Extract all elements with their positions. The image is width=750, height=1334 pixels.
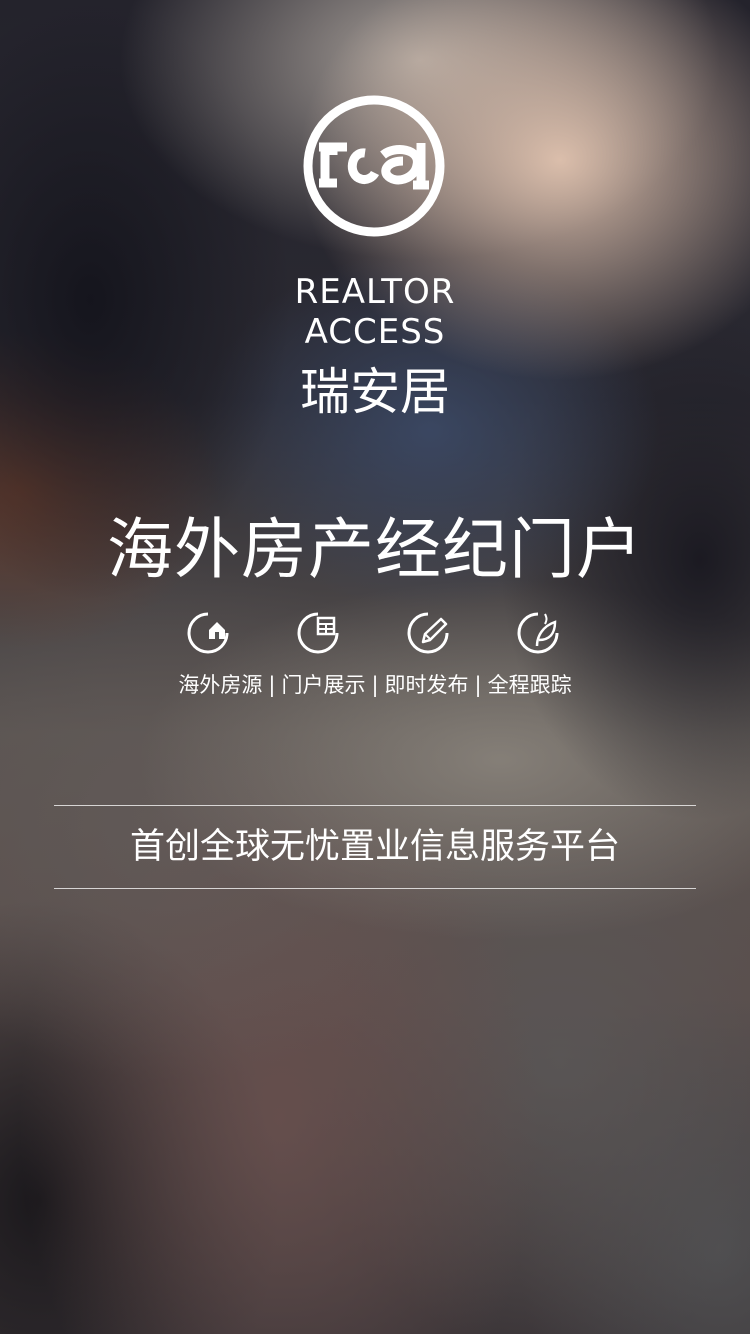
feature-label-full-tracking: 全程跟踪 [487,673,572,697]
brand-english-name: REALTOR ACCESS [0,272,750,352]
house-circle-icon [187,612,229,654]
tagline: 首创全球无忧置业信息服务平台 [129,827,620,867]
rca-logo-icon [303,95,445,237]
feature-labels: 海外房源 | 门户展示 | 即时发布 | 全程跟踪 [0,670,750,700]
brand-chinese-name: 瑞安居 [300,363,450,421]
brand-en-line2: ACCESS [304,312,446,352]
pencil-circle-icon [407,612,449,654]
feature-label-overseas-listings: 海外房源 [178,673,263,697]
headline: 海外房产经纪门户 [107,511,643,588]
divider-bottom [54,888,696,889]
separator: | [268,673,276,697]
separator: | [474,673,482,697]
brand-en-line1: REALTOR [294,272,456,312]
feature-label-instant-publish: 即时发布 [384,673,469,697]
divider-top [54,805,696,806]
separator: | [371,673,379,697]
leaf-circle-icon [517,612,559,654]
window-circle-icon [297,612,339,654]
feature-label-portal-display: 门户展示 [281,673,366,697]
